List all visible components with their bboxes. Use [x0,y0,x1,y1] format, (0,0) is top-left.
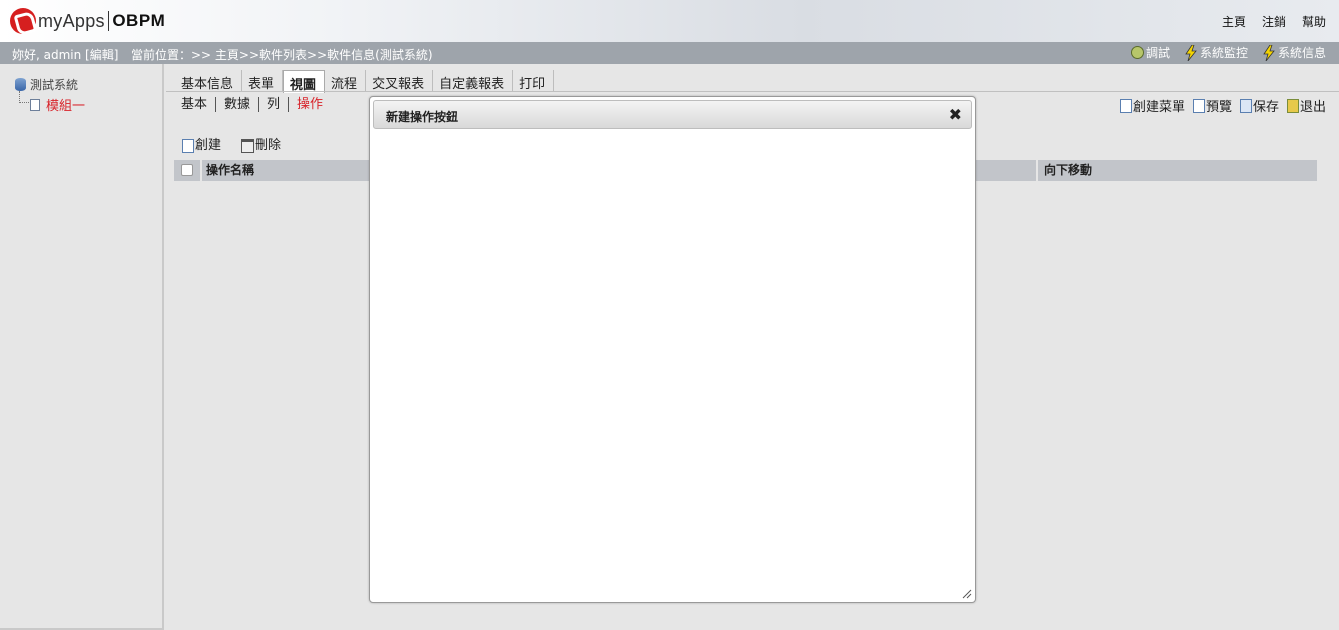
subtab-basic[interactable]: 基本 [181,97,217,112]
resize-handle-icon[interactable] [961,588,972,599]
breadcrumb: 當前位置：>> 主頁>>軟件列表>>軟件信息(測試系統) [131,48,433,62]
save-button[interactable]: 保存 [1239,96,1279,115]
debug-button[interactable]: 調試 [1130,44,1170,61]
nav-help-link[interactable]: 幫助 [1302,13,1326,30]
sidebar-tree: 測試系統 模組一 [0,64,164,630]
close-icon[interactable]: ✖ [949,105,962,124]
app-header: myApps OBPM 主頁 注銷 幫助 [0,0,1339,42]
select-all-checkbox[interactable] [181,164,193,176]
tab-cross-report[interactable]: 交叉報表 [366,70,434,92]
tab-view[interactable]: 視圖 [283,70,326,93]
debug-label: 調試 [1145,46,1170,60]
app-logo: myApps OBPM [10,7,165,35]
exit-icon [1286,98,1299,113]
subtab-operations[interactable]: 操作 [289,97,331,112]
create-label: 創建 [195,138,222,153]
preview-icon [1192,98,1205,113]
logo-mark-icon [10,8,36,34]
create-menu-icon [1119,98,1132,113]
nav-logout-link[interactable]: 注銷 [1262,13,1286,30]
database-icon [15,78,26,91]
column-move-down: 向下移動 [1036,160,1092,181]
tab-custom-report[interactable]: 自定義報表 [433,70,514,92]
tree-root-label: 測試系統 [30,78,79,92]
bug-icon [1130,46,1144,59]
dialog-title-bar[interactable]: 新建操作按鈕 ✖ [373,100,972,129]
preview-button[interactable]: 預覽 [1192,96,1232,115]
preview-label: 預覽 [1205,100,1232,115]
new-operation-dialog: 新建操作按鈕 ✖ [369,96,976,603]
subtab-data[interactable]: 數據 [216,97,260,112]
tree-connector [19,91,29,103]
system-info-button[interactable]: 系統信息 [1262,44,1326,61]
lightning-icon [1263,44,1275,61]
create-menu-label: 創建菜單 [1132,100,1185,115]
trash-icon [241,139,255,153]
tree-child-label: 模組一 [46,99,86,114]
main-tabs: 基本信息 表單 視圖 流程 交叉報表 自定義報表 打印 [175,70,555,93]
subtab-columns[interactable]: 列 [259,97,290,112]
delete-button[interactable]: 刪除 [241,134,281,153]
save-label: 保存 [1252,100,1279,115]
tree-child-node[interactable]: 模組一 [30,95,85,114]
create-menu-button[interactable]: 創建菜單 [1119,96,1185,115]
exit-label: 退出 [1299,100,1326,115]
system-monitor-label: 系統監控 [1199,46,1248,60]
system-info-label: 系統信息 [1277,46,1326,60]
operations-toolbar: 創建 刪除 [182,134,281,153]
column-operation-name: 操作名稱 [200,160,254,181]
new-document-icon [182,139,194,153]
logo-separator [107,11,110,31]
system-monitor-button[interactable]: 系統監控 [1184,44,1248,61]
view-actions: 創建菜單 預覽 保存 退出 [1119,96,1326,115]
tab-print[interactable]: 打印 [513,70,555,92]
save-icon [1239,98,1252,113]
dialog-title: 新建操作按鈕 [386,110,459,124]
tab-workflow[interactable]: 流程 [325,70,367,92]
tabs-divider [166,91,1339,92]
delete-label: 刪除 [255,138,282,153]
create-button[interactable]: 創建 [182,134,221,153]
nav-home-link[interactable]: 主頁 [1222,13,1246,30]
top-nav: 主頁 注銷 幫助 [1222,13,1326,30]
info-bar: 妳好, admin [編輯] 當前位置：>> 主頁>>軟件列表>>軟件信息(測試… [0,42,1339,64]
system-tools: 調試 系統監控 系統信息 [1130,44,1326,61]
document-icon [30,98,40,111]
lightning-icon [1185,44,1197,61]
tab-form[interactable]: 表單 [242,70,284,92]
logo-text: myApps [38,10,105,31]
tab-basic-info[interactable]: 基本信息 [175,70,243,92]
sub-tabs: 基本 數據 列 操作 [181,97,331,112]
exit-button[interactable]: 退出 [1286,96,1326,115]
user-greeting[interactable]: 妳好, admin [編輯] [12,46,118,63]
logo-product-text: OBPM [112,11,166,30]
